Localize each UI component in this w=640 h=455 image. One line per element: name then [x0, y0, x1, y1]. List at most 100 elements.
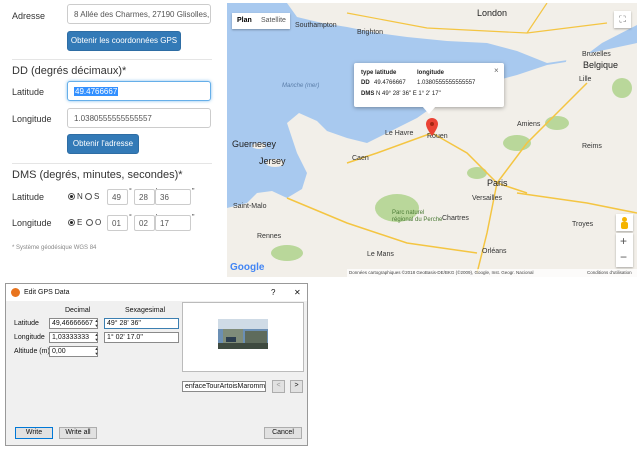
place-label: Lille	[579, 76, 592, 83]
divider	[12, 59, 212, 60]
lat-seconds-input[interactable]: 36	[155, 189, 191, 205]
place-label: Jersey	[259, 156, 286, 166]
radio-west-label: O	[95, 218, 102, 227]
popup-tail	[422, 106, 436, 114]
attribution-bar: Données cartographiques ©2018 GeoBasis-D…	[347, 269, 637, 277]
address-label: Adresse	[12, 11, 46, 21]
radio-north[interactable]	[68, 193, 75, 200]
location-marker-icon[interactable]	[426, 118, 438, 136]
place-label: Orléans	[482, 248, 507, 255]
tab-plan[interactable]: Plan	[237, 17, 252, 24]
longitude-spinner[interactable]: ▲ ▼	[93, 332, 100, 343]
latitude-decimal-input[interactable]: 49,46666667	[49, 318, 98, 329]
longitude-label: Longitude	[12, 114, 52, 124]
latitude-sexagesimal-input[interactable]: 49° 28' 36"	[104, 318, 179, 329]
place-label: Brighton	[357, 29, 384, 36]
write-all-button[interactable]: Write all	[59, 427, 97, 439]
sec-symbol: "	[192, 214, 195, 221]
place-label: Guernesey	[232, 139, 277, 149]
deg-symbol: °	[129, 214, 132, 221]
latitude-input[interactable]: 49.4766667	[67, 81, 211, 101]
place-label: Le Mans	[367, 251, 394, 258]
divider	[12, 163, 212, 164]
latitude-label: Latitude	[12, 87, 45, 97]
map-canvas	[227, 3, 637, 277]
popup-dms-label: DMS	[361, 91, 375, 97]
zoom-in-button[interactable]: +	[620, 234, 627, 248]
sea-label: Manche (mer)	[282, 83, 320, 89]
lat-degrees-input[interactable]: 49	[107, 189, 128, 205]
altitude-spinner[interactable]: ▲ ▼	[93, 346, 100, 357]
place-label: Saint-Malo	[233, 203, 267, 210]
terms-link[interactable]: Conditions d'utilisation	[587, 270, 632, 275]
altitude-input[interactable]: 0,00	[49, 346, 98, 357]
sexagesimal-header: Sexagesimal	[125, 307, 166, 314]
latitude-spinner[interactable]: ▲ ▼	[93, 318, 100, 329]
radio-north-label: N	[77, 192, 83, 201]
map[interactable]: Plan Satellite ⛶ Southampton Brighton Lo…	[227, 3, 637, 277]
place-label: Paris	[487, 178, 508, 188]
dms-longitude-label: Longitude	[12, 218, 52, 228]
deg-symbol: °	[129, 188, 132, 195]
tab-satellite[interactable]: Satellite	[261, 17, 286, 24]
get-coordinates-button[interactable]: Obtenir les coordonnées GPS	[67, 31, 181, 51]
place-label: Le Havre	[385, 130, 414, 137]
zoom-out-button[interactable]: −	[620, 250, 627, 264]
lat-minutes-input[interactable]: 28	[134, 189, 155, 205]
lon-degrees-input[interactable]: 01	[107, 215, 128, 231]
popup-dd-lat: 49.4766667	[374, 80, 406, 86]
popup-dms-value: N 49° 28' 36" E 1° 2' 17"	[376, 91, 441, 97]
sec-symbol: "	[192, 188, 195, 195]
lon-seconds-input[interactable]: 17	[155, 215, 191, 231]
longitude-sexagesimal-input[interactable]: 1° 02' 17.0"	[104, 332, 179, 343]
fullscreen-icon[interactable]: ⛶	[614, 11, 631, 28]
place-label: Versailles	[472, 195, 502, 202]
dms-heading: DMS (degrés, minutes, secondes)*	[12, 169, 183, 181]
place-label: Reims	[582, 143, 602, 150]
longitude-input[interactable]: 1.0380555555555557	[67, 108, 211, 128]
zoom-control: + −	[616, 233, 633, 267]
dd-heading: DD (degrés décimaux)*	[12, 65, 127, 77]
pegman-icon[interactable]	[616, 214, 633, 231]
address-input[interactable]: 8 Allée des Charmes, 27190 Glisolles, F	[67, 4, 211, 24]
close-icon[interactable]: ✕	[294, 288, 301, 297]
decimal-header: Decimal	[65, 307, 91, 314]
popup-col2-header: longitude	[417, 70, 444, 76]
radio-east-label: E	[77, 218, 83, 227]
lon-minutes-input[interactable]: 02	[134, 215, 155, 231]
dialog-title: Edit GPS Data	[24, 289, 70, 296]
next-button[interactable]: >	[290, 380, 303, 393]
help-icon[interactable]: ?	[271, 288, 275, 297]
get-address-button[interactable]: Obtenir l'adresse	[67, 134, 139, 154]
popup-col1-header: type latitude	[361, 70, 397, 76]
longitude-decimal-input[interactable]: 1,03333333	[49, 332, 98, 343]
map-type-control: Plan Satellite	[232, 13, 290, 29]
edit-gps-dialog: Edit GPS Data ? ✕ Decimal Sexagesimal La…	[5, 283, 308, 446]
radio-east[interactable]	[68, 219, 75, 226]
popup-dd-label: DD	[361, 80, 370, 86]
cancel-button[interactable]: Cancel	[264, 427, 302, 439]
popup-dd-lon: 1.0380555555555557	[417, 80, 476, 86]
google-logo: Google	[230, 262, 265, 273]
place-label: Southampton	[295, 22, 337, 29]
image-preview	[182, 302, 304, 372]
place-label: Troyes	[572, 221, 594, 228]
place-label: Belgique	[583, 60, 619, 70]
place-label: London	[477, 8, 508, 18]
write-button[interactable]: Write	[15, 427, 53, 439]
radio-west[interactable]	[86, 219, 93, 226]
attribution-text: Données cartographiques ©2018 GeoBasis-D…	[349, 270, 534, 275]
place-label: Amiens	[517, 121, 541, 128]
footnote: * Système géodésique WGS 84	[12, 245, 97, 251]
info-popup: type latitude longitude × DD 49.4766667 …	[354, 63, 504, 114]
altitude-label: Altitude (m)	[14, 348, 50, 355]
filename-field[interactable]: enfaceTourArtoisMaromme.png	[182, 381, 266, 392]
prev-button[interactable]: <	[272, 380, 285, 393]
place-label: Caen	[352, 155, 369, 162]
park-label: Parc naturel régional du Perche	[392, 210, 443, 223]
app-icon	[11, 288, 20, 297]
place-label: Rennes	[257, 233, 282, 240]
radio-south-label: S	[94, 192, 100, 201]
radio-south[interactable]	[85, 193, 92, 200]
popup-close-icon[interactable]: ×	[494, 66, 499, 75]
